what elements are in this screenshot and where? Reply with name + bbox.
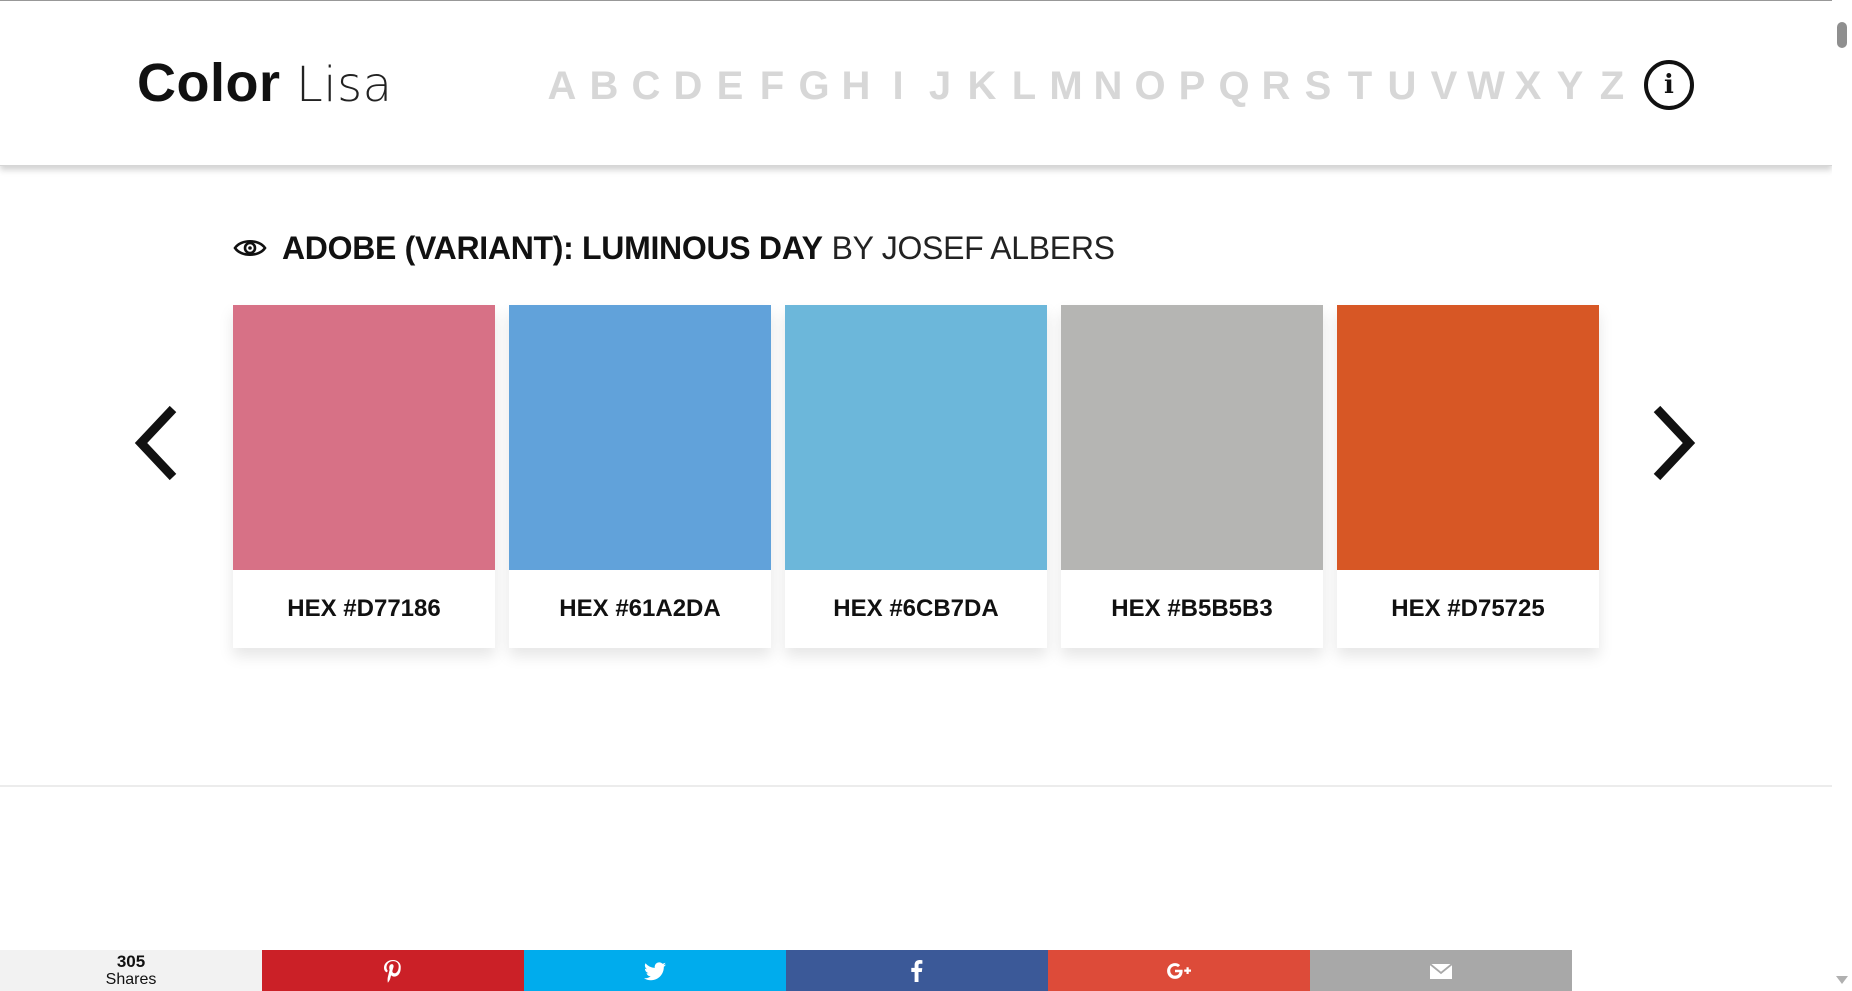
- alphabet-letter-l[interactable]: L: [1003, 61, 1045, 111]
- palette-title: ADOBE (VARIANT): LUMINOUS DAY: [282, 229, 823, 266]
- info-button[interactable]: i: [1644, 60, 1694, 110]
- previous-palette-arrow[interactable]: [133, 403, 183, 483]
- email-icon: [1429, 962, 1453, 979]
- next-palette-arrow[interactable]: [1647, 403, 1697, 483]
- swatch-color-block[interactable]: [1337, 305, 1599, 570]
- alphabet-letter-f[interactable]: F: [751, 61, 793, 111]
- page-scrollbar[interactable]: [1832, 0, 1852, 991]
- alphabet-nav: ABCDEFGHIJKLMNOPQRSTUVWXYZ: [541, 61, 1633, 111]
- alphabet-letter-n[interactable]: N: [1087, 61, 1129, 111]
- alphabet-letter-p[interactable]: P: [1171, 61, 1213, 111]
- email-share-button[interactable]: [1310, 950, 1572, 991]
- alphabet-letter-g[interactable]: G: [793, 61, 835, 111]
- scrollbar-thumb[interactable]: [1837, 22, 1847, 48]
- swatch-hex-label[interactable]: HEX #D77186: [233, 570, 495, 648]
- alphabet-letter-b[interactable]: B: [583, 61, 625, 111]
- alphabet-letter-o[interactable]: O: [1129, 61, 1171, 111]
- pinterest-share-button[interactable]: [262, 950, 524, 991]
- twitter-icon: [644, 961, 666, 980]
- swatch-row: HEX #D77186 HEX #61A2DA HEX #6CB7DA HEX #B5…: [233, 305, 1613, 648]
- section-divider: [0, 785, 1832, 787]
- facebook-icon: [911, 959, 923, 982]
- scroll-down-arrow-icon[interactable]: [1836, 976, 1848, 984]
- alphabet-letter-u[interactable]: U: [1381, 61, 1423, 111]
- alphabet-letter-c[interactable]: C: [625, 61, 667, 111]
- swatch-color-block[interactable]: [509, 305, 771, 570]
- swatch-card[interactable]: HEX #6CB7DA: [785, 305, 1047, 648]
- alphabet-letter-t[interactable]: T: [1339, 61, 1381, 111]
- swatch-card[interactable]: HEX #B5B5B3: [1061, 305, 1323, 648]
- logo-light-text: Lisa: [296, 57, 393, 113]
- info-icon: i: [1664, 70, 1674, 100]
- swatch-color-block[interactable]: [1061, 305, 1323, 570]
- alphabet-letter-y[interactable]: Y: [1549, 61, 1591, 111]
- share-count-label: Shares: [105, 970, 157, 988]
- alphabet-letter-i[interactable]: I: [877, 61, 919, 111]
- google-plus-icon: [1167, 962, 1191, 979]
- swatch-color-block[interactable]: [233, 305, 495, 570]
- share-count: 305: [116, 951, 146, 971]
- alphabet-letter-j[interactable]: J: [919, 61, 961, 111]
- share-count-box: 305 Shares: [0, 950, 262, 991]
- pinterest-icon: [384, 959, 401, 983]
- alphabet-letter-v[interactable]: V: [1423, 61, 1465, 111]
- alphabet-letter-k[interactable]: K: [961, 61, 1003, 111]
- alphabet-letter-r[interactable]: R: [1255, 61, 1297, 111]
- alphabet-letter-d[interactable]: D: [667, 61, 709, 111]
- swatch-color-block[interactable]: [785, 305, 1047, 570]
- alphabet-letter-h[interactable]: H: [835, 61, 877, 111]
- alphabet-letter-x[interactable]: X: [1507, 61, 1549, 111]
- alphabet-letter-s[interactable]: S: [1297, 61, 1339, 111]
- alphabet-letter-e[interactable]: E: [709, 61, 751, 111]
- google-plus-share-button[interactable]: [1048, 950, 1310, 991]
- swatch-card[interactable]: HEX #D75725: [1337, 305, 1599, 648]
- swatch-hex-label[interactable]: HEX #6CB7DA: [785, 570, 1047, 648]
- share-bar: 305 Shares: [0, 950, 1572, 991]
- swatch-hex-label[interactable]: HEX #D75725: [1337, 570, 1599, 648]
- swatch-hex-label[interactable]: HEX #61A2DA: [509, 570, 771, 648]
- palette-artist: BY JOSEF ALBERS: [831, 229, 1115, 266]
- swatch-card[interactable]: HEX #61A2DA: [509, 305, 771, 648]
- palette-heading: ADOBE (VARIANT): LUMINOUS DAY BY JOSEF A…: [233, 228, 1115, 268]
- alphabet-letter-a[interactable]: A: [541, 61, 583, 111]
- site-logo[interactable]: Color Lisa: [137, 53, 393, 115]
- eye-icon[interactable]: [233, 237, 267, 259]
- logo-bold-text: Color: [137, 53, 281, 113]
- site-header: Color Lisa ABCDEFGHIJKLMNOPQRSTUVWXYZ i: [0, 1, 1832, 166]
- twitter-share-button[interactable]: [524, 950, 786, 991]
- alphabet-letter-m[interactable]: M: [1045, 61, 1087, 111]
- swatch-hex-label[interactable]: HEX #B5B5B3: [1061, 570, 1323, 648]
- facebook-share-button[interactable]: [786, 950, 1048, 991]
- alphabet-letter-w[interactable]: W: [1465, 61, 1507, 111]
- alphabet-letter-z[interactable]: Z: [1591, 61, 1633, 111]
- alphabet-letter-q[interactable]: Q: [1213, 61, 1255, 111]
- swatch-card[interactable]: HEX #D77186: [233, 305, 495, 648]
